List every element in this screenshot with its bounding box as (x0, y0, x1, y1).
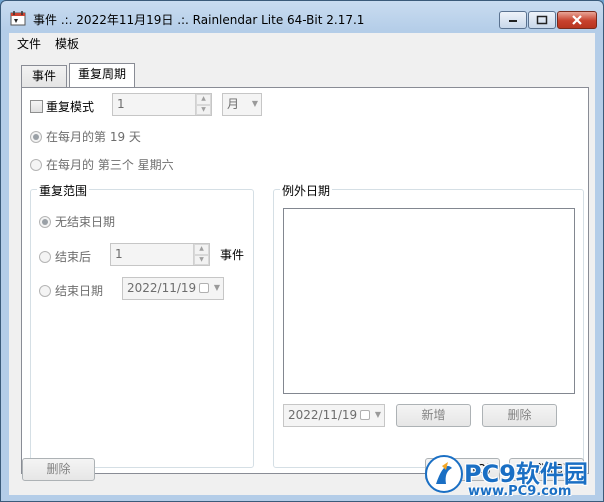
exceptions-list[interactable] (283, 208, 575, 394)
end-date-value: 2022/11/19 (127, 281, 197, 295)
chevron-down-icon: ▼ (213, 283, 220, 292)
end-after-label: 结束后 (55, 250, 92, 264)
chevron-down-icon: ▼ (374, 410, 381, 419)
repeat-interval-spinner[interactable]: 1 ▲ ▼ (112, 93, 212, 116)
repeat-interval-spin-buttons[interactable]: ▲ ▼ (195, 94, 211, 115)
repeat-mode-checkbox[interactable] (30, 100, 43, 113)
chevron-down-icon: ▼ (251, 99, 258, 108)
radio-end-after[interactable] (39, 251, 51, 263)
radio-end-date[interactable] (39, 285, 51, 297)
exceptions-group: 例外日期 2022/11/19 ▼ 新增 删除 (273, 182, 584, 468)
end-date-picker[interactable]: 2022/11/19 ▼ (122, 277, 224, 300)
spin-down-icon[interactable]: ▼ (196, 104, 211, 115)
range-group: 重复范围 无结束日期 结束后 1 ▲ ▼ 事件 结束日期 2022/11/19 (30, 182, 254, 468)
radio-weekday-of-month[interactable] (30, 159, 42, 171)
end-after-unit-label: 事件 (220, 248, 245, 262)
minimize-icon (509, 20, 517, 22)
range-group-title: 重复范围 (37, 182, 90, 199)
title-bar[interactable]: 事件 .:. 2022年11月19日 .:. Rainlendar Lite 6… (1, 1, 603, 33)
option-weekday-of-month-label: 在每月的 第三个 星期六 (46, 158, 174, 172)
app-calendar-icon (10, 11, 26, 26)
window-title: 事件 .:. 2022年11月19日 .:. Rainlendar Lite 6… (33, 13, 365, 27)
menu-template[interactable]: 模板 (51, 35, 83, 52)
radio-day-of-month[interactable] (30, 131, 42, 143)
exception-date-value: 2022/11/19 (288, 408, 358, 422)
repeat-interval-value: 1 (117, 97, 125, 111)
option-day-of-month-label: 在每月的第 19 天 (46, 130, 141, 144)
spin-down-icon[interactable]: ▼ (194, 254, 209, 265)
delete-exception-button[interactable]: 删除 (482, 404, 557, 427)
exceptions-group-title: 例外日期 (280, 182, 333, 199)
exception-date-picker[interactable]: 2022/11/19 ▼ (283, 404, 385, 427)
tab-event[interactable]: 事件 (21, 65, 67, 87)
repeat-mode-label: 重复模式 (46, 100, 95, 114)
client-area: 文件 模板 事件 重复周期 重复模式 1 ▲ ▼ 月 ▼ 在每月的第 19 天 (9, 33, 595, 495)
tab-recurrence[interactable]: 重复周期 (69, 63, 135, 87)
close-button[interactable] (557, 11, 597, 29)
end-after-value: 1 (115, 247, 123, 261)
end-after-spin-buttons[interactable]: ▲ ▼ (193, 244, 209, 265)
radio-no-end-date[interactable] (39, 216, 51, 228)
watermark-logo-icon (425, 455, 463, 493)
add-exception-button[interactable]: 新增 (396, 404, 471, 427)
end-date-label: 结束日期 (55, 284, 104, 298)
menu-bar: 文件 模板 (9, 33, 595, 52)
recurrence-panel: 重复模式 1 ▲ ▼ 月 ▼ 在每月的第 19 天 在每月的 第三个 星期六 重… (21, 87, 589, 474)
end-after-spinner[interactable]: 1 ▲ ▼ (110, 243, 210, 266)
no-end-date-label: 无结束日期 (55, 215, 116, 229)
calendar-icon (199, 283, 209, 293)
maximize-icon (536, 15, 548, 25)
watermark: PC9软件园 www.PC9.com (420, 452, 604, 502)
maximize-button[interactable] (528, 11, 556, 29)
repeat-unit-dropdown[interactable]: 月 ▼ (222, 93, 262, 116)
delete-event-button[interactable]: 删除 (22, 458, 95, 481)
app-window: 事件 .:. 2022年11月19日 .:. Rainlendar Lite 6… (0, 0, 604, 502)
minimize-button[interactable] (499, 11, 527, 29)
calendar-icon (360, 410, 370, 420)
repeat-unit-value: 月 (227, 97, 240, 111)
menu-file[interactable]: 文件 (13, 35, 45, 52)
close-icon (572, 15, 582, 25)
watermark-url: www.PC9.com (468, 484, 572, 499)
